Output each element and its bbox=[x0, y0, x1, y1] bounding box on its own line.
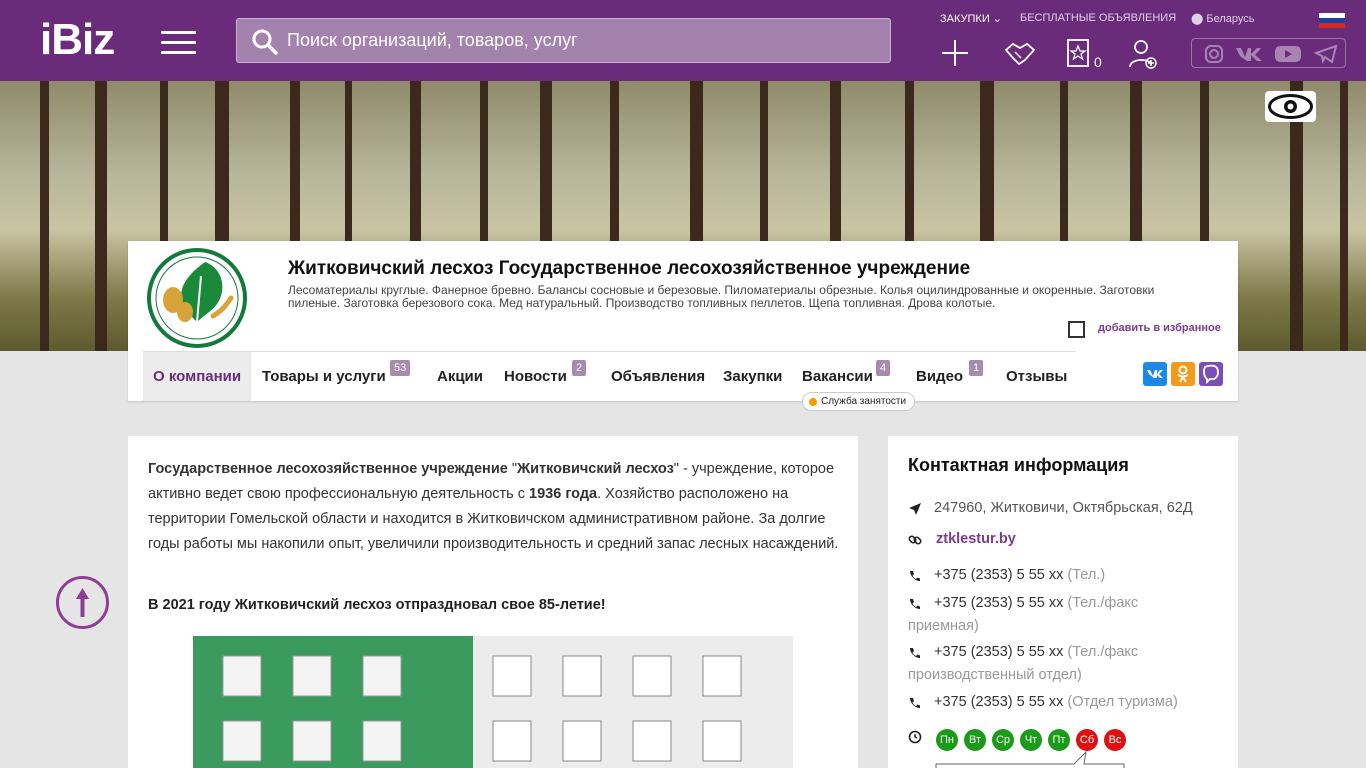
tab-promotions[interactable]: Акции bbox=[427, 352, 493, 401]
tab-procurement[interactable]: Закупки bbox=[713, 352, 792, 401]
employment-service-tag[interactable]: Служба занятости bbox=[802, 392, 916, 411]
employment-logo-icon bbox=[809, 398, 817, 406]
company-card: Житковичский лесхоз Государственное лесо… bbox=[128, 241, 1238, 401]
region-selector[interactable]: ⬤ Беларусь bbox=[1191, 12, 1254, 25]
search-bar[interactable] bbox=[236, 18, 891, 63]
day-saturday[interactable]: Сб bbox=[1076, 729, 1098, 751]
favorites-count: 0 bbox=[1094, 54, 1102, 70]
contacts-title: Контактная информация bbox=[908, 455, 1129, 475]
phone-note: производственный отдел) bbox=[908, 667, 1082, 683]
phone-icon bbox=[910, 571, 920, 581]
share-odnoklassniki-icon[interactable] bbox=[1171, 362, 1195, 386]
office-building-photo bbox=[193, 636, 793, 768]
day-sunday[interactable]: Вс bbox=[1104, 729, 1126, 751]
day-monday[interactable]: Пн bbox=[936, 729, 958, 751]
location-pin-icon: ⬤ bbox=[1191, 13, 1207, 25]
plus-icon[interactable] bbox=[940, 38, 970, 68]
favorite-checkbox[interactable] bbox=[1068, 321, 1085, 338]
user-add-icon[interactable] bbox=[1127, 38, 1159, 70]
procurement-link[interactable]: ЗАКУПКИ ⌄ bbox=[940, 12, 1002, 25]
add-to-favorites-link[interactable]: добавить в избранное bbox=[1098, 322, 1221, 334]
vacancies-count-badge: 4 bbox=[876, 360, 891, 376]
phone-number[interactable]: +375 (2353) 5 55 xx bbox=[934, 567, 1063, 583]
handshake-icon[interactable] bbox=[1003, 38, 1037, 68]
scroll-to-top-button[interactable] bbox=[56, 576, 109, 629]
tab-news[interactable]: Новости bbox=[494, 352, 577, 401]
phone-number[interactable]: +375 (2353) 5 55 xx bbox=[934, 694, 1063, 710]
company-title: Житковичский лесхоз Государственное лесо… bbox=[288, 258, 971, 279]
search-input[interactable] bbox=[287, 19, 877, 62]
about-section: Государственное лесохозяйственное учрежд… bbox=[128, 436, 858, 768]
schedule-tooltip-pointer bbox=[935, 750, 1125, 768]
chevron-down-icon: ⌄ bbox=[992, 13, 1003, 25]
social-links bbox=[1191, 38, 1346, 68]
tab-products[interactable]: Товары и услуги bbox=[252, 352, 396, 401]
day-tuesday[interactable]: Вт bbox=[964, 729, 986, 751]
free-ads-link[interactable]: БЕСПЛАТНЫЕ ОБЪЯВЛЕНИЯ bbox=[1020, 12, 1176, 24]
share-vk-icon[interactable] bbox=[1143, 362, 1167, 386]
accessibility-eye-icon[interactable] bbox=[1265, 91, 1316, 122]
day-wednesday[interactable]: Ср bbox=[992, 729, 1014, 751]
location-arrow-icon bbox=[909, 503, 921, 515]
tab-about[interactable]: О компании bbox=[143, 352, 252, 401]
phone-number[interactable]: +375 (2353) 5 55 xx bbox=[934, 595, 1063, 611]
phone-icon bbox=[910, 648, 920, 658]
tab-ads[interactable]: Объявления bbox=[601, 352, 715, 401]
clock-icon bbox=[908, 730, 922, 744]
phone-icon bbox=[910, 698, 920, 708]
contact-info-panel: Контактная информация 247960, Житковичи,… bbox=[888, 436, 1238, 768]
tab-video[interactable]: Видео bbox=[906, 352, 973, 401]
phone-note: приемная) bbox=[908, 618, 979, 634]
russian-flag-icon[interactable] bbox=[1319, 13, 1345, 28]
share-viber-icon[interactable] bbox=[1199, 362, 1223, 386]
link-icon bbox=[908, 535, 922, 545]
search-icon bbox=[252, 29, 278, 55]
vk-icon[interactable] bbox=[1234, 44, 1264, 64]
day-thursday[interactable]: Чт bbox=[1020, 729, 1042, 751]
phone-icon bbox=[910, 599, 920, 609]
youtube-icon[interactable] bbox=[1274, 44, 1302, 64]
telegram-icon[interactable] bbox=[1314, 44, 1338, 64]
top-navbar: iBiz ЗАКУПКИ ⌄ БЕСПЛАТНЫЕ ОБЪЯВЛЕНИЯ ⬤ Б… bbox=[0, 0, 1366, 81]
day-friday[interactable]: Пт bbox=[1048, 729, 1070, 751]
phone-number[interactable]: +375 (2353) 5 55 xx bbox=[934, 644, 1063, 660]
ibiz-logo[interactable]: iBiz bbox=[40, 18, 115, 62]
company-logo bbox=[143, 246, 251, 350]
anniversary-text: В 2021 году Житковичский лесхоз отпраздн… bbox=[148, 597, 606, 613]
instagram-icon[interactable] bbox=[1204, 44, 1224, 64]
company-description: Лесоматериалы круглые. Фанерное бревно. … bbox=[288, 283, 1155, 310]
about-paragraph: Государственное лесохозяйственное учрежд… bbox=[148, 461, 839, 552]
favorites-icon[interactable] bbox=[1066, 38, 1090, 68]
tab-reviews[interactable]: Отзывы bbox=[996, 352, 1077, 401]
news-count-badge: 2 bbox=[572, 360, 587, 376]
menu-burger-icon[interactable] bbox=[161, 31, 196, 54]
video-count-badge: 1 bbox=[969, 360, 984, 376]
products-count-badge: 53 bbox=[390, 360, 411, 376]
website-link[interactable]: ztklestur.by bbox=[936, 531, 1016, 547]
